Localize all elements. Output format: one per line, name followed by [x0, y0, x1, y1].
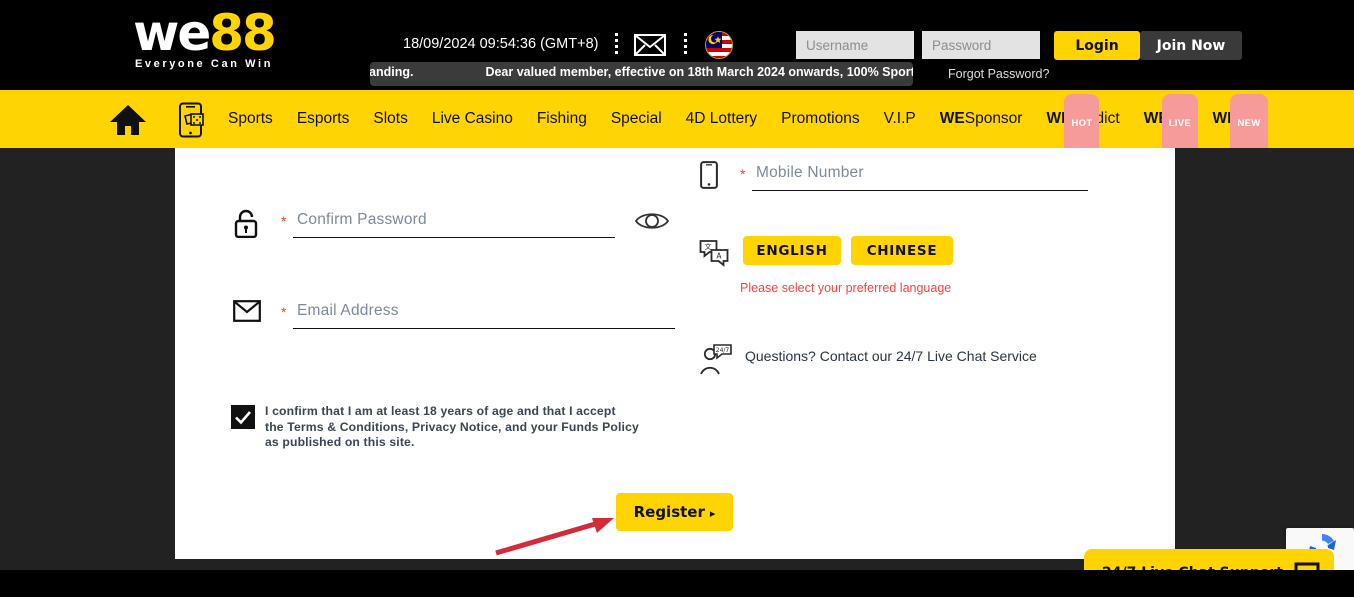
consent-line-1: I confirm that I am at least 18 years of…	[265, 404, 657, 420]
nav-item-wesponsor-rest: Sponsor	[965, 110, 1023, 127]
site-header: we88 Everyone Can Win 18/09/2024 09:54:3…	[0, 0, 1354, 90]
check-icon	[231, 405, 255, 429]
consent-line-3: as published on this site.	[265, 435, 657, 451]
nav-item-wepredict[interactable]: WEPredictHOT	[1046, 90, 1119, 148]
field-mobile-number: * Mobile Number	[700, 158, 1170, 198]
ticker-text-left: anding.	[370, 65, 413, 79]
logo-tagline: Everyone Can Win	[110, 58, 298, 70]
header-divider-1	[615, 33, 619, 55]
nav-item-4d-lottery[interactable]: 4D Lottery	[686, 90, 758, 148]
mobile-phone-icon	[700, 161, 718, 194]
confirm-password-underline	[293, 237, 615, 238]
email-placeholder: Email Address	[297, 302, 399, 320]
badge-new: NEW	[1230, 94, 1267, 155]
field-confirm-password: * Confirm Password	[233, 205, 723, 245]
page-footer-strip	[0, 570, 1354, 597]
logo-wordmark: we88	[110, 6, 298, 60]
nav-item-vip[interactable]: V.I.P	[884, 90, 916, 148]
nav-item-esports[interactable]: Esports	[297, 90, 350, 148]
support-agent-icon: 24/7	[699, 344, 733, 381]
svg-text:A: A	[716, 252, 722, 261]
language-error-message: Please select your preferred language	[740, 281, 951, 295]
register-button-label: Register	[634, 503, 705, 521]
join-now-button[interactable]: Join Now	[1140, 31, 1242, 60]
translate-icon: 文 A	[699, 239, 729, 272]
home-icon[interactable]	[108, 103, 148, 142]
required-asterisk: *	[281, 213, 286, 229]
svg-text:24/7: 24/7	[716, 347, 730, 354]
email-underline	[293, 328, 675, 329]
unlock-padlock-icon	[233, 208, 259, 243]
main-navigation: Sports Esports Slots Live Casino Fishing…	[0, 90, 1354, 148]
nav-item-special[interactable]: Special	[611, 90, 662, 148]
username-input[interactable]	[796, 31, 914, 59]
mobile-app-icon[interactable]	[176, 102, 206, 143]
nav-item-promotions[interactable]: Promotions	[781, 90, 859, 148]
register-button[interactable]: Register ▸	[616, 493, 733, 531]
language-chinese-button[interactable]: CHINESE	[851, 236, 953, 265]
nav-icon-group	[108, 102, 206, 143]
nav-item-wespin[interactable]: WESpinNEW	[1212, 90, 1268, 148]
registration-panel: * Confirm Password * Email Address	[175, 148, 1175, 559]
nav-item-sports[interactable]: Sports	[228, 90, 273, 148]
required-asterisk: *	[281, 304, 286, 320]
register-button-caret: ▸	[710, 507, 716, 520]
nav-item-wesponsor-prefix: WE	[940, 110, 965, 127]
age-consent-checkbox[interactable]	[231, 405, 255, 429]
mobile-placeholder: Mobile Number	[756, 164, 864, 182]
ticker-text-main: Dear valued member, effective on 18th Ma…	[485, 65, 913, 79]
svg-text:文: 文	[705, 242, 712, 251]
required-asterisk: *	[740, 166, 745, 182]
live-chat-hint-text: Questions? Contact our 24/7 Live Chat Se…	[745, 348, 1037, 364]
badge-live: LIVE	[1162, 94, 1198, 155]
header-divider-2	[684, 33, 688, 55]
envelope-icon[interactable]	[634, 34, 666, 56]
password-input[interactable]	[922, 31, 1040, 59]
logo-primary-text: we	[133, 4, 209, 62]
field-email-address: * Email Address	[233, 296, 723, 336]
ticker-text: anding. Dear valued member, effective on …	[370, 65, 913, 79]
consent-line-2: the Terms & Conditions, Privacy Notice, …	[265, 420, 657, 436]
server-clock: 18/09/2024 09:54:36 (GMT+8)	[403, 36, 598, 52]
announcement-ticker: anding. Dear valued member, effective on …	[370, 62, 913, 86]
age-consent-text: I confirm that I am at least 18 years of…	[265, 404, 657, 451]
language-english-button[interactable]: ENGLISH	[743, 236, 841, 265]
mobile-underline	[752, 190, 1088, 191]
eye-icon[interactable]	[634, 210, 670, 237]
site-logo[interactable]: we88 Everyone Can Win	[110, 6, 298, 78]
annotation-arrow	[490, 505, 630, 560]
nav-item-wetv[interactable]: WETVLIVE	[1144, 90, 1189, 148]
forgot-password-link[interactable]: Forgot Password?	[948, 67, 1049, 81]
nav-item-fishing[interactable]: Fishing	[537, 90, 587, 148]
nav-item-live-casino[interactable]: Live Casino	[432, 90, 513, 148]
badge-hot: HOT	[1064, 94, 1099, 155]
logo-accent-text: 88	[209, 4, 275, 62]
nav-link-list: Sports Esports Slots Live Casino Fishing…	[228, 90, 1268, 148]
malaysia-flag-icon[interactable]	[705, 31, 733, 59]
nav-item-slots[interactable]: Slots	[373, 90, 407, 148]
login-button[interactable]: Login	[1054, 31, 1140, 60]
nav-item-wesponsor[interactable]: WESponsor	[940, 90, 1023, 148]
confirm-password-placeholder: Confirm Password	[297, 211, 427, 229]
envelope-icon	[233, 300, 261, 327]
